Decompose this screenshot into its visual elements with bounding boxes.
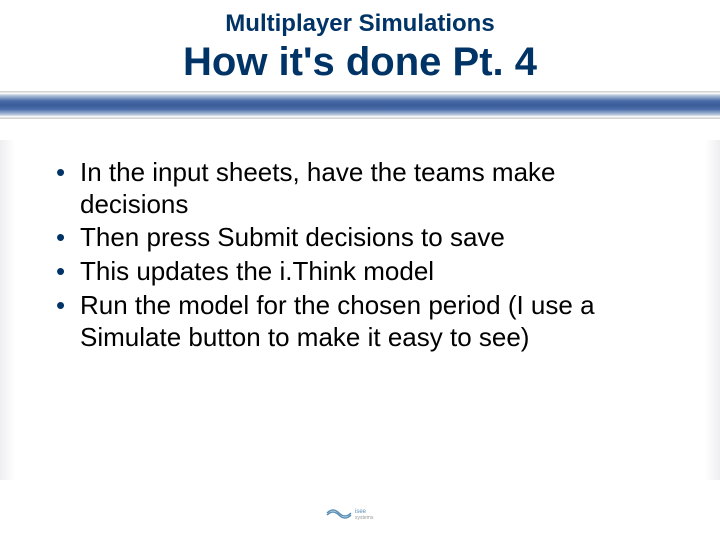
- slide-subtitle: Multiplayer Simulations: [0, 10, 720, 38]
- slide-title: How it's done Pt. 4: [0, 40, 720, 85]
- slide-content: In the input sheets, have the teams make…: [0, 119, 720, 353]
- bullet-item: Run the model for the chosen period (I u…: [50, 290, 670, 353]
- footer-logo: isee systems: [325, 502, 395, 522]
- bullet-item: This updates the i.Think model: [50, 256, 670, 288]
- bullet-item: Then press Submit decisions to save: [50, 222, 670, 254]
- bullet-list: In the input sheets, have the teams make…: [50, 157, 670, 353]
- slide: Multiplayer Simulations How it's done Pt…: [0, 0, 720, 540]
- slide-header: Multiplayer Simulations How it's done Pt…: [0, 0, 720, 85]
- bullet-item: In the input sheets, have the teams make…: [50, 157, 670, 220]
- svg-text:systems: systems: [355, 515, 374, 521]
- side-shadow-right: [705, 140, 720, 480]
- side-shadow-left: [0, 140, 15, 480]
- divider-bar: [0, 91, 720, 119]
- logo-icon: isee systems: [325, 503, 395, 521]
